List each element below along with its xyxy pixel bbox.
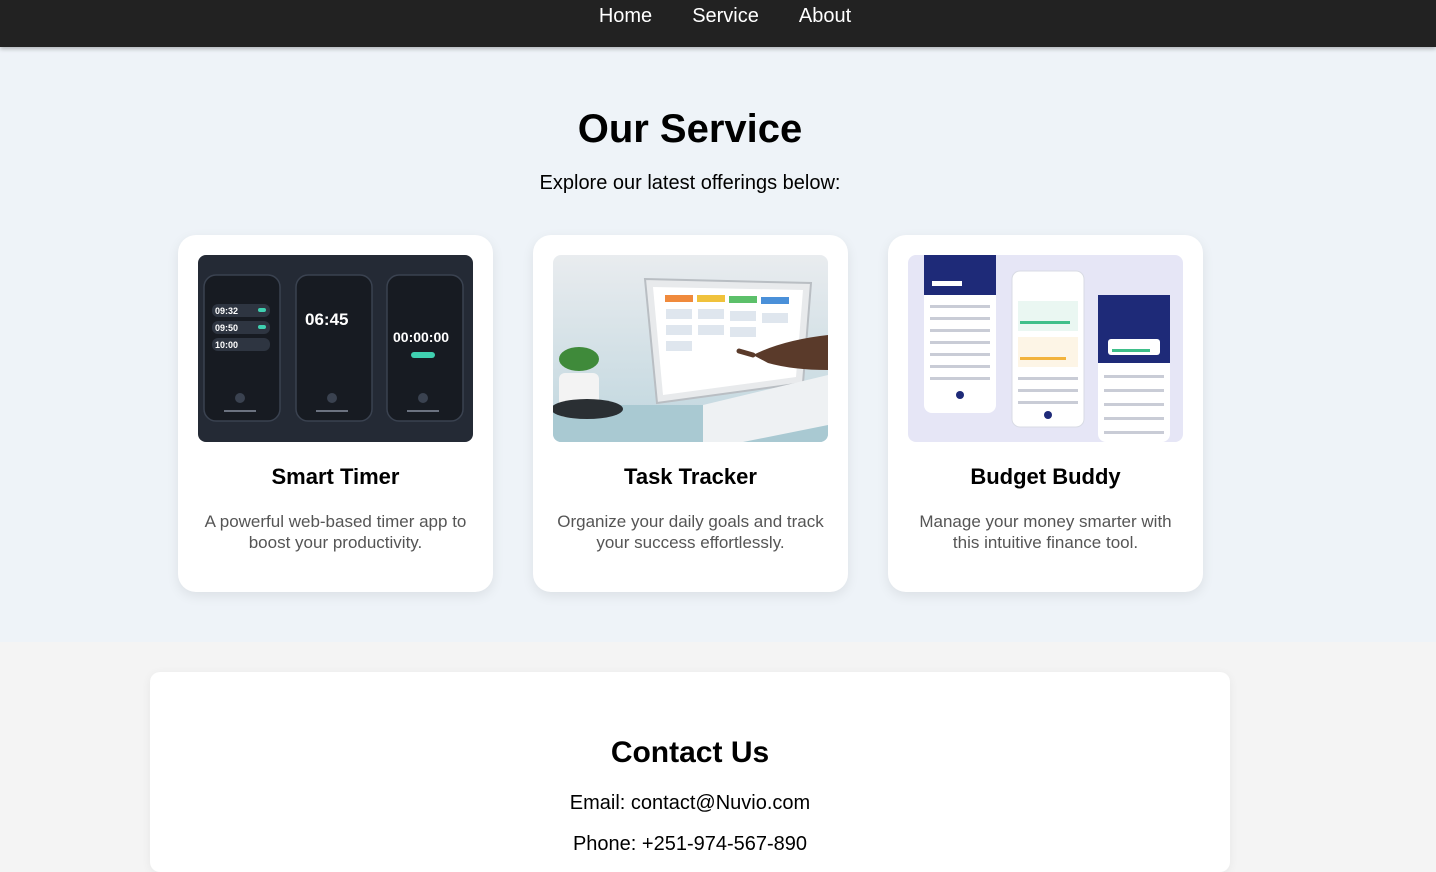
nav-link-home[interactable]: Home <box>599 5 652 27</box>
card-title: Task Tracker <box>624 464 757 489</box>
task-tracker-illustration <box>553 255 828 442</box>
contact-title: Contact Us <box>610 736 770 769</box>
smart-timer-illustration: 09:32 09:50 10:00 06:45 00:00:00 <box>198 255 473 442</box>
card-description: Organize your daily goals and track your… <box>557 512 824 552</box>
card-title: Budget Buddy <box>970 464 1121 489</box>
service-card-smart-timer[interactable]: 09:32 09:50 10:00 06:45 00:00:00 Smart T… <box>178 235 493 592</box>
card-description: A powerful web-based timer app to boost … <box>204 512 467 552</box>
budget-buddy-image <box>908 255 1183 442</box>
timer-clock: 06:45 <box>305 310 348 329</box>
nav-links: Home Service About <box>0 5 1436 27</box>
section-subtitle: Explore our latest offerings below: <box>539 172 841 194</box>
timer-alarm-2: 09:50 <box>215 323 238 333</box>
timer-alarm-1: 09:32 <box>215 306 238 316</box>
timer-stopwatch: 00:00:00 <box>393 329 449 345</box>
nav-link-service[interactable]: Service <box>692 5 759 27</box>
top-navbar: Home Service About <box>0 0 1436 47</box>
timer-alarm-3: 10:00 <box>215 340 238 350</box>
contact-phone[interactable]: Phone: +251-974-567-890 <box>150 832 1230 856</box>
service-section: Our Service Explore our latest offerings… <box>0 47 1436 642</box>
task-tracker-image <box>553 255 828 442</box>
section-title: Our Service <box>577 107 803 151</box>
card-title: Smart Timer <box>271 464 400 489</box>
contact-email[interactable]: Email: contact@Nuvio.com <box>150 791 1230 815</box>
service-card-task-tracker[interactable]: Task Tracker Organize your daily goals a… <box>533 235 848 592</box>
card-description: Manage your money smarter with this intu… <box>919 512 1172 552</box>
nav-link-about[interactable]: About <box>799 5 851 27</box>
budget-buddy-illustration <box>908 255 1183 442</box>
smart-timer-image: 09:32 09:50 10:00 06:45 00:00:00 <box>198 255 473 442</box>
service-card-budget-buddy[interactable]: Budget Buddy Manage your money smarter w… <box>888 235 1203 592</box>
contact-section: Contact Us Email: contact@Nuvio.com Phon… <box>150 672 1230 872</box>
